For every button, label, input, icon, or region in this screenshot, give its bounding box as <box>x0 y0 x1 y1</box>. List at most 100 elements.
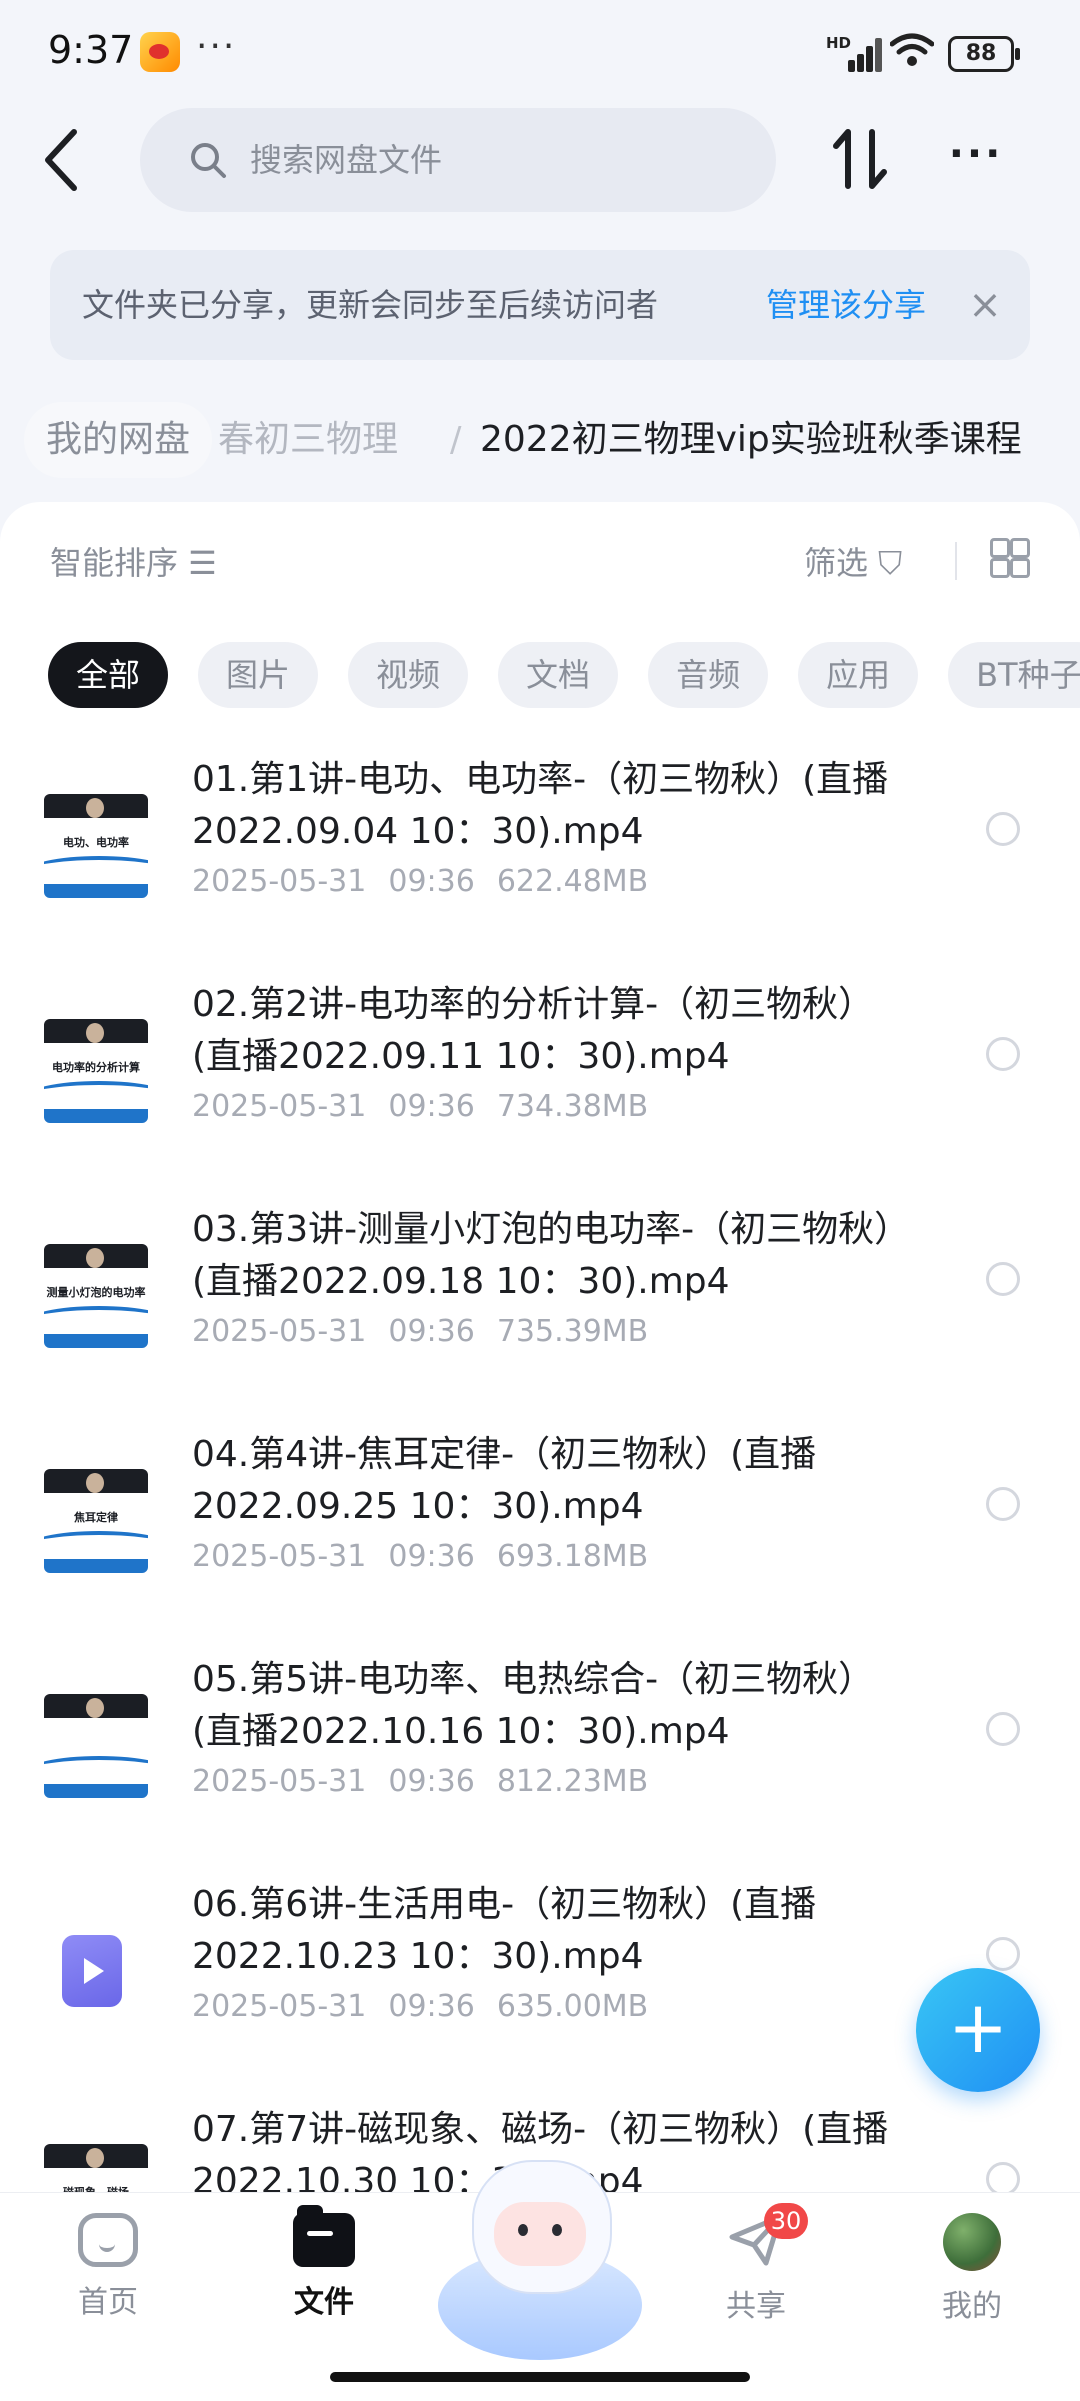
file-date: 2025-05-31 <box>192 1089 367 1124</box>
close-icon[interactable]: × <box>960 250 1010 360</box>
video-thumbnail: 焦耳定律 <box>44 1469 148 1573</box>
select-checkbox[interactable] <box>986 1937 1020 1971</box>
file-size: 812.23MB <box>496 1764 649 1799</box>
folder-icon <box>293 2205 355 2267</box>
add-button[interactable]: + <box>916 1968 1040 2092</box>
breadcrumb-current: 2022初三物理vip实验班秋季课程 <box>480 419 1022 460</box>
file-meta: 2025-05-31 09:36 735.39MB <box>192 1314 670 1349</box>
search-icon <box>191 143 226 178</box>
file-name: 01.第1讲-电功、电功率-（初三物秋）(直播2022.09.04 10：30)… <box>192 759 889 852</box>
select-checkbox[interactable] <box>986 1487 1020 1521</box>
file-size: 734.38MB <box>496 1089 649 1124</box>
filter-chip[interactable]: 音频 <box>648 642 769 708</box>
video-thumbnail: 测量小灯泡的电功率 <box>44 1244 148 1348</box>
file-row[interactable]: 测量小灯泡的电功率 03.第3讲-测量小灯泡的电功率-（初三物秋）(直播2022.… <box>0 1204 1080 1429</box>
filter-chip[interactable]: 应用 <box>798 642 919 708</box>
file-meta: 2025-05-31 09:36 635.00MB <box>192 1989 670 2024</box>
file-date: 2025-05-31 <box>192 1314 367 1349</box>
video-thumbnail: 电功、电功率 <box>44 794 148 898</box>
weibo-notification-icon <box>140 32 180 72</box>
file-time: 09:36 <box>388 1089 475 1124</box>
transfer-sort-icon[interactable] <box>826 124 896 194</box>
mascot-icon[interactable] <box>438 2160 642 2360</box>
file-name: 03.第3讲-测量小灯泡的电功率-（初三物秋）(直播2022.09.18 10：… <box>192 1209 911 1302</box>
signal-icon: HD <box>826 34 882 72</box>
file-time: 09:36 <box>388 1314 475 1349</box>
breadcrumb-parent[interactable]: 春初三物理 <box>218 402 398 478</box>
filter-chip[interactable]: 视频 <box>348 642 469 708</box>
thumbnail-caption: 焦耳定律 <box>74 1511 118 1524</box>
smart-sort-button[interactable]: 智能排序 ☰ <box>50 538 217 584</box>
filter-chip[interactable]: 图片 <box>198 642 319 708</box>
filter-chip[interactable]: 文档 <box>498 642 619 708</box>
file-name: 02.第2讲-电功率的分析计算-（初三物秋）(直播2022.09.11 10：3… <box>192 984 875 1077</box>
select-checkbox[interactable] <box>986 812 1020 846</box>
filter-chip[interactable]: BT种子 <box>948 642 1080 708</box>
video-thumbnail <box>44 1694 148 1798</box>
file-meta: 2025-05-31 09:36 734.38MB <box>192 1089 670 1124</box>
thumbnail-caption: 电功率的分析计算 <box>52 1061 140 1074</box>
file-date: 2025-05-31 <box>192 1539 367 1574</box>
file-time: 09:36 <box>388 1989 475 2024</box>
file-name: 05.第5讲-电功率、电热综合-（初三物秋）(直播2022.10.16 10：3… <box>192 1659 875 1752</box>
file-size: 693.18MB <box>496 1539 649 1574</box>
nav-profile-label: 我的 <box>942 2289 1002 2324</box>
search-input[interactable]: 搜索网盘文件 <box>140 108 776 212</box>
home-indicator <box>330 2372 750 2382</box>
file-time: 09:36 <box>388 1764 475 1799</box>
back-button[interactable] <box>30 120 94 200</box>
breadcrumb-root[interactable]: 我的网盘 <box>24 402 213 478</box>
select-checkbox[interactable] <box>986 1712 1020 1746</box>
nav-share[interactable]: 30 共享 <box>676 2203 836 2325</box>
file-size: 622.48MB <box>496 864 649 899</box>
file-time: 09:36 <box>388 864 475 899</box>
select-checkbox[interactable] <box>986 1037 1020 1071</box>
file-row[interactable]: 06.第6讲-生活用电-（初三物秋）(直播2022.10.23 10：30).m… <box>0 1879 1080 2104</box>
toolbar-divider <box>955 542 957 580</box>
share-notice-banner: 文件夹已分享，更新会同步至后续访问者 管理该分享 × <box>50 250 1030 360</box>
share-count-badge: 30 <box>764 2203 808 2239</box>
grid-view-icon[interactable] <box>990 538 1030 578</box>
nav-files[interactable]: 文件 <box>244 2205 404 2321</box>
select-checkbox[interactable] <box>986 1262 1020 1296</box>
wifi-icon <box>890 33 934 66</box>
file-list-panel: 智能排序 ☰ 筛选 ⛉ 全部 图片 视频 文档 音频 应用 BT种子 电功、电功率 01.第1… <box>0 502 1080 2248</box>
file-date: 2025-05-31 <box>192 1764 367 1799</box>
file-size: 635.00MB <box>496 1989 649 2024</box>
mascot-face <box>494 2202 586 2266</box>
nav-home-label: 首页 <box>78 2285 138 2320</box>
file-date: 2025-05-31 <box>192 1989 367 2024</box>
video-thumbnail: 电功率的分析计算 <box>44 1019 148 1123</box>
file-row[interactable]: 电功、电功率 01.第1讲-电功、电功率-（初三物秋）(直播2022.09.04 … <box>0 754 1080 979</box>
file-size: 735.39MB <box>496 1314 649 1349</box>
file-date: 2025-05-31 <box>192 864 367 899</box>
share-notice-text: 文件夹已分享，更新会同步至后续访问者 <box>82 286 659 324</box>
more-notifications-indicator: ··· <box>196 26 237 67</box>
avatar <box>943 2213 1001 2271</box>
network-type-label: HD <box>826 34 852 52</box>
filter-chip[interactable]: 全部 <box>48 642 169 708</box>
filter-button[interactable]: 筛选 ⛉ <box>804 538 902 584</box>
breadcrumb-separator: / <box>450 420 462 460</box>
thumbnail-caption: 电功、电功率 <box>63 836 129 849</box>
select-checkbox[interactable] <box>986 2162 1020 2196</box>
battery-indicator: 88 <box>948 36 1020 72</box>
nav-share-label: 共享 <box>726 2289 786 2324</box>
file-name: 04.第4讲-焦耳定律-（初三物秋）(直播2022.09.25 10：30).m… <box>192 1434 817 1527</box>
file-time: 09:36 <box>388 1539 475 1574</box>
file-row[interactable]: 电功率的分析计算 02.第2讲-电功率的分析计算-（初三物秋）(直播2022.09… <box>0 979 1080 1204</box>
more-options-button[interactable]: ··· <box>936 124 1016 194</box>
nav-home[interactable]: 首页 <box>28 2213 188 2321</box>
category-filter-chips: 全部 图片 视频 文档 音频 应用 BT种子 <box>48 642 1080 712</box>
nav-profile[interactable]: 我的 <box>892 2213 1052 2325</box>
manage-share-link[interactable]: 管理该分享 <box>766 250 926 360</box>
file-meta: 2025-05-31 09:36 622.48MB <box>192 864 670 899</box>
nav-files-label: 文件 <box>294 2285 354 2320</box>
file-name: 06.第6讲-生活用电-（初三物秋）(直播2022.10.23 10：30).m… <box>192 1884 817 1977</box>
thumbnail-caption: 测量小灯泡的电功率 <box>46 1286 146 1299</box>
file-meta: 2025-05-31 09:36 812.23MB <box>192 1764 670 1799</box>
file-row[interactable]: 05.第5讲-电功率、电热综合-（初三物秋）(直播2022.10.16 10：3… <box>0 1654 1080 1879</box>
file-row[interactable]: 焦耳定律 04.第4讲-焦耳定律-（初三物秋）(直播2022.09.25 10：3… <box>0 1429 1080 1654</box>
status-time: 9:37 <box>48 28 134 72</box>
home-icon <box>78 2213 138 2267</box>
